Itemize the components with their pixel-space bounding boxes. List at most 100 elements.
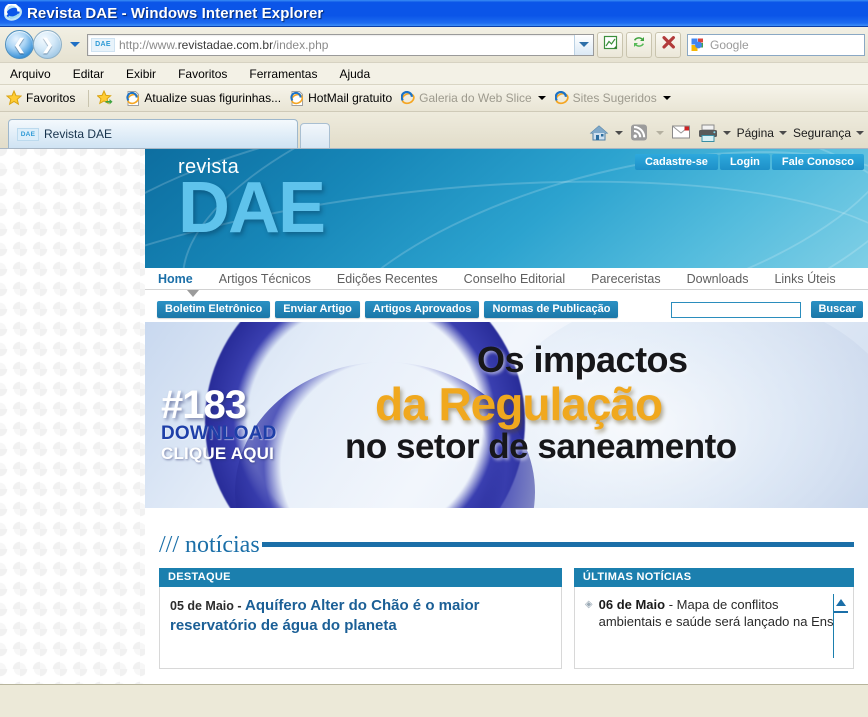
print-icon <box>696 123 718 143</box>
nav-item-pareceristas[interactable]: Pareceristas <box>578 272 673 286</box>
news-section-header: /// notícias <box>145 532 868 559</box>
refresh-button[interactable] <box>626 31 652 58</box>
chevron-down-icon <box>655 131 664 135</box>
chevron-down-icon <box>662 96 671 100</box>
nav-item-home[interactable]: Home <box>145 272 206 286</box>
page-menu-label: Página <box>736 126 774 140</box>
read-mail-button[interactable] <box>670 123 692 143</box>
refresh-icon <box>631 34 647 55</box>
destaque-panel: DESTAQUE 05 de Maio - Aquífero Alter do … <box>159 568 562 669</box>
hero-line-1: Os impactos <box>477 339 688 380</box>
ultimas-scrollbar[interactable] <box>833 594 848 658</box>
favorites-item-label: HotMail gratuito <box>308 91 393 105</box>
tab-label: Revista DAE <box>44 127 113 141</box>
add-to-favorites-bar-button[interactable] <box>97 90 117 106</box>
new-tab-button[interactable] <box>300 123 330 148</box>
hero-banner[interactable]: #183 DOWNLOAD CLIQUE AQUI Os impactos da… <box>145 322 868 508</box>
address-bar: ❮ ❯ DAE http://www.revistadae.com.br/ind… <box>0 27 868 63</box>
chevron-down-icon <box>778 131 787 135</box>
scroll-up-arrow-icon[interactable] <box>835 596 847 609</box>
site-logo[interactable]: revista DAE <box>178 157 326 248</box>
boletim-eletronico-button[interactable]: Boletim Eletrônico <box>157 301 271 318</box>
nav-item-links-uteis[interactable]: Links Úteis <box>761 272 848 286</box>
feeds-button[interactable] <box>629 123 666 143</box>
destaque-body: 05 de Maio - Aquífero Alter do Chão é o … <box>159 587 562 669</box>
menu-item-ajuda[interactable]: Ajuda <box>339 67 370 81</box>
cadastre-se-button[interactable]: Cadastre-se <box>634 154 718 170</box>
chevron-down-icon <box>856 131 864 135</box>
destaque-header: DESTAQUE <box>159 568 562 587</box>
site-search-input[interactable] <box>671 301 802 318</box>
hero-issue-number: #183 <box>161 383 247 427</box>
enviar-artigo-button[interactable]: Enviar Artigo <box>275 301 360 318</box>
window-title-text: Revista DAE - Windows Internet Explorer <box>27 4 324 22</box>
ultimas-noticias-panel: ÚLTIMAS NOTÍCIAS ◈ 06 de Maio - Mapa de … <box>573 568 854 669</box>
chevron-down-icon <box>722 131 731 135</box>
forward-button[interactable]: ❯ <box>33 30 62 59</box>
favorites-item-label: Sites Sugeridos <box>572 91 657 105</box>
destaque-date: 05 de Maio <box>170 599 234 613</box>
internet-explorer-icon <box>4 3 22 22</box>
favorites-item-label: Galeria do Web Slice <box>419 91 532 105</box>
news-section: /// notícias DESTAQUE 05 de Maio - Aquíf… <box>145 508 868 669</box>
security-menu-button[interactable]: Segurança <box>793 126 866 140</box>
buscar-button[interactable]: Buscar <box>811 301 863 318</box>
nav-item-artigos-tecnicos[interactable]: Artigos Técnicos <box>206 272 324 286</box>
nav-item-downloads[interactable]: Downloads <box>674 272 762 286</box>
news-header-rule <box>261 541 854 547</box>
favorites-item-web-slice-gallery[interactable]: Galeria do Web Slice <box>400 90 546 106</box>
security-menu-label: Segurança <box>792 126 851 140</box>
fale-conosco-button[interactable]: Fale Conosco <box>771 154 864 170</box>
menu-item-editar[interactable]: Editar <box>73 67 104 81</box>
chevron-down-icon <box>614 131 623 135</box>
destaque-article[interactable]: 05 de Maio - Aquífero Alter do Chão é o … <box>170 596 551 636</box>
list-item[interactable]: ◈ 06 de Maio - Mapa de conflitos ambient… <box>585 596 843 630</box>
hero-line-3: no setor de saneamento <box>345 427 737 466</box>
favorites-item-atualize[interactable]: Atualize suas figurinhas... <box>126 90 282 106</box>
back-button[interactable]: ❮ <box>5 30 34 59</box>
favorites-divider <box>88 89 90 107</box>
hero-line-2: da Regulação <box>375 378 663 430</box>
favorites-item-suggested-sites[interactable]: Sites Sugeridos <box>554 90 671 106</box>
home-button[interactable] <box>588 123 625 143</box>
favorites-item-label: Atualize suas figurinhas... <box>144 91 282 105</box>
forward-arrow-icon: ❯ <box>41 36 54 53</box>
menu-item-arquivo[interactable]: Arquivo <box>10 67 51 81</box>
ultimas-body: ◈ 06 de Maio - Mapa de conflitos ambient… <box>573 587 854 669</box>
print-button[interactable] <box>696 123 733 143</box>
ultima-date: 06 de Maio <box>598 597 666 612</box>
hero-download-label: DOWNLOAD <box>161 423 277 444</box>
nav-item-conselho-editorial[interactable]: Conselho Editorial <box>451 272 578 286</box>
login-button[interactable]: Login <box>719 154 770 170</box>
site-action-bar: Boletim Eletrônico Enviar Artigo Artigos… <box>145 290 868 322</box>
logo-title: DAE <box>178 168 326 248</box>
news-section-title: /// notícias <box>159 532 260 558</box>
stop-button[interactable] <box>655 31 681 58</box>
compatibility-view-button[interactable] <box>597 31 623 58</box>
page-menu-button[interactable]: Página <box>737 126 789 140</box>
favorites-center-button[interactable]: Favoritos <box>6 90 75 106</box>
hero-download-block[interactable]: #183 DOWNLOAD CLIQUE AQUI <box>161 383 277 463</box>
tab-favicon: DAE <box>17 127 39 141</box>
rss-feeds-icon <box>629 123 651 143</box>
favorites-item-hotmail[interactable]: HotMail gratuito <box>290 90 393 106</box>
tab-revista-dae[interactable]: DAE Revista DAE <box>8 119 298 148</box>
tab-bar: DAE Revista DAE Página Segurança <box>0 112 868 149</box>
menu-item-exibir[interactable]: Exibir <box>126 67 156 81</box>
menu-item-favoritos[interactable]: Favoritos <box>178 67 227 81</box>
menu-item-ferramentas[interactable]: Ferramentas <box>249 67 317 81</box>
favorites-label: Favoritos <box>26 91 76 105</box>
normas-de-publicacao-button[interactable]: Normas de Publicação <box>484 301 619 318</box>
destaque-separator: - <box>233 599 246 613</box>
url-dropdown-button[interactable] <box>574 34 593 55</box>
search-input[interactable]: Google <box>687 33 865 56</box>
read-mail-icon <box>670 123 692 143</box>
nav-item-edicoes-recentes[interactable]: Edições Recentes <box>324 272 451 286</box>
url-input[interactable]: DAE http://www.revistadae.com.br/index.p… <box>87 33 594 56</box>
page-viewport: revista DAE Cadastre-se Login Fale Conos… <box>0 149 868 691</box>
artigos-aprovados-button[interactable]: Artigos Aprovados <box>364 301 480 318</box>
google-icon <box>691 38 706 51</box>
recent-pages-button[interactable] <box>66 35 84 55</box>
star-icon <box>6 90 22 106</box>
ultimas-header: ÚLTIMAS NOTÍCIAS <box>573 568 854 587</box>
